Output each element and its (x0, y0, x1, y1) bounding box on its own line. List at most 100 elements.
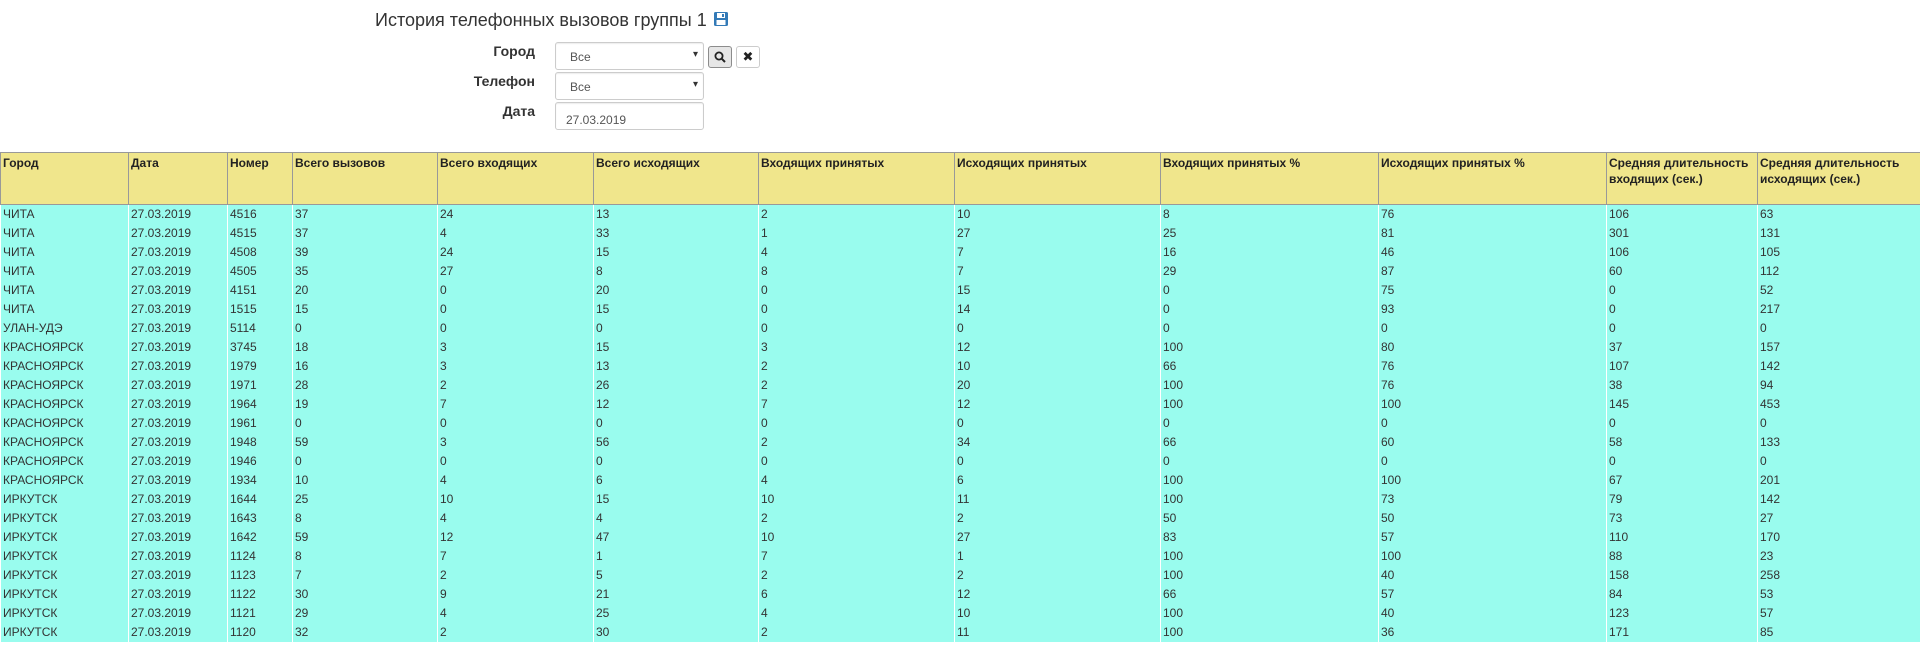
table-cell: 85 (1757, 623, 1920, 642)
table-cell: 76 (1378, 204, 1607, 224)
table-row: ИРКУТСК 27.03.2019 1122 30 9 21 6 12 66 57 84 53 (0, 585, 1920, 604)
table-row: ИРКУТСК 27.03.2019 1123 7 2 5 2 2 100 40 158 258 (0, 566, 1920, 585)
table-cell: 37 (292, 224, 438, 243)
table-cell: 26 (593, 376, 759, 395)
table-cell: 1971 (227, 376, 293, 395)
table-cell: 4508 (227, 243, 293, 262)
table-cell: 79 (1606, 490, 1758, 509)
table-cell: 142 (1757, 490, 1920, 509)
table-cell: 4 (758, 243, 955, 262)
clear-button[interactable]: ✖ (736, 46, 760, 68)
table-cell: 1122 (227, 585, 293, 604)
table-cell: 112 (1757, 262, 1920, 281)
table-cell: КРАСНОЯРСК (0, 433, 129, 452)
table-row: КРАСНОЯРСК 27.03.2019 3745 18 3 15 3 12 100 80 37 1… (0, 338, 1920, 357)
table-cell: 10 (758, 490, 955, 509)
table-cell: 7 (437, 395, 594, 414)
table-cell: 4 (593, 509, 759, 528)
table-cell: 94 (1757, 376, 1920, 395)
table-cell: 5114 (227, 319, 293, 338)
table-cell: 29 (292, 604, 438, 623)
table-cell: 40 (1378, 566, 1607, 585)
table-cell: 21 (593, 585, 759, 604)
table-cell: 15 (593, 338, 759, 357)
table-cell: 27 (1757, 509, 1920, 528)
table-cell: 46 (1378, 243, 1607, 262)
table-cell: 16 (1160, 243, 1379, 262)
table-row: КРАСНОЯРСК 27.03.2019 1979 16 3 13 2 10 66 76 107 1… (0, 357, 1920, 376)
table-cell: 100 (1160, 604, 1379, 623)
table-cell: 4 (437, 471, 594, 490)
table-cell: 145 (1606, 395, 1758, 414)
table-cell: 37 (292, 204, 438, 224)
table-cell: 47 (593, 528, 759, 547)
phone-select[interactable]: Все ▾ (555, 72, 704, 100)
table-row: ЧИТА 27.03.2019 4505 35 27 8 8 7 29 87 60 112 (0, 262, 1920, 281)
table-cell: 37 (1606, 338, 1758, 357)
table-cell: ЧИТА (0, 224, 129, 243)
table-cell: 170 (1757, 528, 1920, 547)
table-cell: 2 (758, 433, 955, 452)
table-cell: 100 (1160, 623, 1379, 642)
floppy-disk-icon[interactable] (713, 11, 729, 27)
table-cell: 110 (1606, 528, 1758, 547)
city-select-value: Все (570, 50, 591, 64)
table-cell: 27.03.2019 (128, 585, 228, 604)
table-cell: ИРКУТСК (0, 623, 129, 642)
table-cell: 4 (437, 224, 594, 243)
table-cell: 34 (954, 433, 1161, 452)
column-header: Всего входящих (437, 152, 594, 205)
date-field[interactable] (555, 102, 704, 130)
table-cell: 57 (1757, 604, 1920, 623)
table-cell: 100 (1160, 547, 1379, 566)
table-cell: 123 (1606, 604, 1758, 623)
table-cell: 15 (593, 300, 759, 319)
table-cell: ИРКУТСК (0, 509, 129, 528)
table-row: ЧИТА 27.03.2019 4515 37 4 33 1 27 25 81 301 131 (0, 224, 1920, 243)
table-cell: 4515 (227, 224, 293, 243)
table-cell: 27.03.2019 (128, 357, 228, 376)
table-cell: 10 (954, 604, 1161, 623)
table-cell: 3 (437, 357, 594, 376)
table-cell: 0 (1378, 452, 1607, 471)
table-cell: ИРКУТСК (0, 528, 129, 547)
table-cell: 8 (292, 509, 438, 528)
search-button[interactable] (708, 46, 732, 68)
table-cell: 13 (593, 357, 759, 376)
table-cell: 63 (1757, 204, 1920, 224)
table-row: ИРКУТСК 27.03.2019 1124 8 7 1 7 1 100 100 88 23 (0, 547, 1920, 566)
table-row: ИРКУТСК 27.03.2019 1642 59 12 47 10 27 83 57 110 17… (0, 528, 1920, 547)
table-row: КРАСНОЯРСК 27.03.2019 1946 0 0 0 0 0 0 0 0 0 (0, 452, 1920, 471)
table-cell: 14 (954, 300, 1161, 319)
table-cell: 10 (954, 357, 1161, 376)
table-cell: КРАСНОЯРСК (0, 395, 129, 414)
table-cell: 38 (1606, 376, 1758, 395)
table-row: КРАСНОЯРСК 27.03.2019 1971 28 2 26 2 20 100 76 38 9… (0, 376, 1920, 395)
table-cell: 217 (1757, 300, 1920, 319)
table-row: ЧИТА 27.03.2019 4516 37 24 13 2 10 8 76 106 63 (0, 204, 1920, 224)
table-cell: КРАСНОЯРСК (0, 471, 129, 490)
table-cell: 60 (1606, 262, 1758, 281)
table-cell: 24 (437, 204, 594, 224)
table-cell: КРАСНОЯРСК (0, 452, 129, 471)
calls-table: Город Дата Номер Всего вызовов Всего входящи… (0, 152, 1920, 642)
table-cell: 27.03.2019 (128, 433, 228, 452)
table-cell: 27.03.2019 (128, 224, 228, 243)
table-cell: 0 (954, 319, 1161, 338)
table-cell: 15 (292, 300, 438, 319)
table-cell: 15 (593, 243, 759, 262)
table-cell: ЧИТА (0, 281, 129, 300)
table-cell: 58 (1606, 433, 1758, 452)
table-cell: 0 (1160, 300, 1379, 319)
table-cell: ИРКУТСК (0, 490, 129, 509)
table-cell: 4516 (227, 204, 293, 224)
city-select[interactable]: Все ▾ (555, 42, 704, 70)
column-header: Номер (227, 152, 293, 205)
table-cell: 0 (292, 414, 438, 433)
table-cell: ИРКУТСК (0, 604, 129, 623)
table-cell: КРАСНОЯРСК (0, 357, 129, 376)
table-cell: 2 (758, 204, 955, 224)
table-cell: 1515 (227, 300, 293, 319)
table-cell: ИРКУТСК (0, 547, 129, 566)
table-cell: 0 (1160, 281, 1379, 300)
